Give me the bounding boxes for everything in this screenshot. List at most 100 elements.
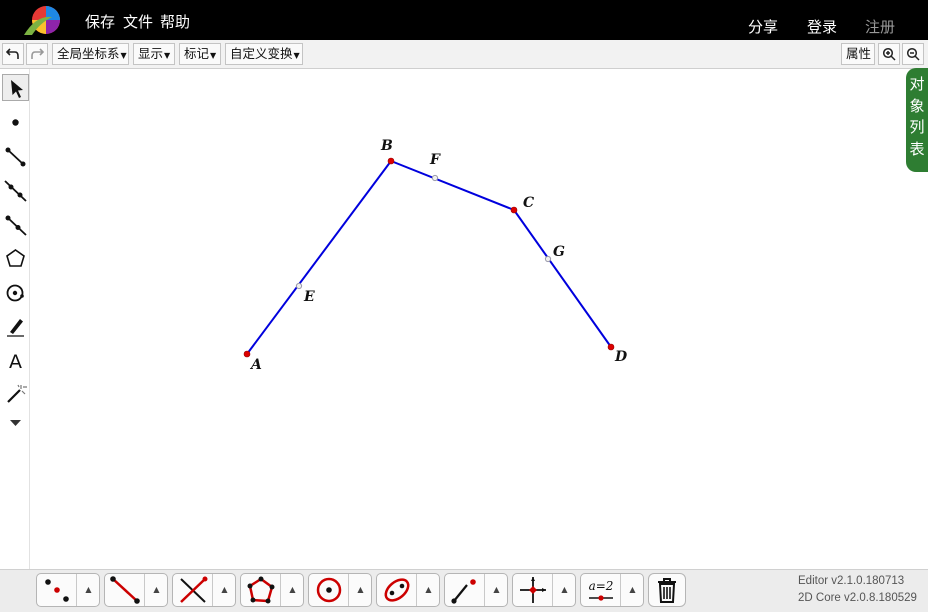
main-toolbar: 全局坐标系▼ 显示▼ 标记▼ 自定义变换▼ 属性 [0, 40, 928, 69]
properties-button[interactable]: 属性 [841, 43, 875, 65]
more-icon [10, 420, 21, 426]
ray-tool-group[interactable]: ▲ [444, 573, 508, 607]
share-link[interactable]: 分享 [748, 16, 778, 37]
measure-tool-icon: a=2 [589, 579, 613, 601]
polygon-tool-icon [247, 576, 275, 604]
menu-file[interactable]: 文件 [123, 11, 153, 32]
ray-tool-button[interactable] [445, 574, 485, 606]
point-B[interactable] [387, 157, 395, 165]
redo-button[interactable] [26, 43, 48, 65]
caret-up-icon[interactable]: ▲ [554, 574, 575, 606]
caret-up-icon[interactable]: ▲ [146, 574, 167, 606]
zoom-in-button[interactable] [878, 43, 900, 65]
line-tool[interactable] [2, 177, 29, 204]
core-version: 2D Core v2.0.8.180529 [798, 592, 917, 604]
text-tool[interactable]: A [2, 347, 29, 374]
transform-tool-button[interactable] [513, 574, 553, 606]
point-D[interactable] [607, 343, 615, 351]
caret-up-icon[interactable]: ▲ [486, 574, 507, 606]
geometry-points: A B C D E F G [243, 138, 628, 373]
transform-tool-icon [520, 577, 546, 603]
left-tool-panel: A [0, 69, 30, 569]
circle-tool-group[interactable]: ▲ [308, 573, 372, 607]
delete-button[interactable] [648, 573, 686, 607]
zoom-out-button[interactable] [902, 43, 924, 65]
redo-icon [31, 48, 45, 59]
menu-help[interactable]: 帮助 [160, 11, 190, 32]
intersect-tool-icon [180, 576, 208, 603]
conic-tool-icon [384, 578, 410, 602]
line-icon [4, 180, 27, 202]
undo-button[interactable] [2, 43, 24, 65]
circle-icon [6, 284, 24, 302]
polygon-icon [6, 249, 25, 267]
show-dropdown[interactable]: 显示▼ [133, 43, 175, 65]
measure-tool-button[interactable]: a=2 [581, 574, 621, 606]
point-icon [12, 119, 19, 126]
point-label-C: C [523, 195, 534, 211]
top-bar: 保存 文件 帮助 分享 登录 注册 [0, 0, 928, 40]
ray-tool[interactable] [2, 211, 29, 238]
point-label-F: F [429, 152, 441, 168]
trash-icon [658, 578, 676, 603]
segment-CD[interactable] [513, 209, 612, 348]
segment-AB[interactable] [246, 160, 392, 355]
caret-down-icon: ▼ [210, 51, 217, 60]
point-tool[interactable] [2, 109, 29, 136]
points-tool-icon [45, 579, 69, 602]
intersect-tool-button[interactable] [173, 574, 213, 606]
more-tools-button[interactable] [2, 409, 29, 436]
login-link[interactable]: 登录 [807, 16, 837, 37]
point-A[interactable] [243, 350, 251, 358]
custom-transform-label: 自定义变换 [230, 46, 293, 61]
move-tool[interactable] [2, 74, 29, 101]
intersect-tool-group[interactable]: ▲ [172, 573, 236, 607]
menu-save[interactable]: 保存 [85, 11, 115, 32]
register-link[interactable]: 注册 [865, 16, 895, 37]
point-C[interactable] [510, 206, 518, 214]
move-icon [11, 80, 23, 98]
segment-tool-button[interactable] [105, 574, 145, 606]
point-label-G: G [553, 244, 565, 260]
text-tool-glyph: A [9, 351, 22, 373]
pen-tool[interactable] [2, 313, 29, 340]
measure-tool-group[interactable]: a=2 ▲ [580, 573, 644, 607]
segment-tool-group[interactable]: ▲ [104, 573, 168, 607]
coord-system-dropdown[interactable]: 全局坐标系▼ [52, 43, 129, 65]
editor-version: Editor v2.1.0.180713 [798, 575, 905, 587]
segment-BC[interactable] [390, 160, 515, 211]
bottom-toolbar: ▲ ▲ ▲ ▲ ▲ ▲ ▲ ▲ a=2 ▲ Editor v2.1.0.1807… [0, 569, 928, 612]
text-icon: A [9, 351, 22, 373]
transform-tool-group[interactable]: ▲ [512, 573, 576, 607]
polygon-tool-button[interactable] [241, 574, 281, 606]
caret-up-icon[interactable]: ▲ [622, 574, 643, 606]
point-G[interactable] [544, 255, 552, 263]
conic-tool-button[interactable] [377, 574, 417, 606]
caret-up-icon[interactable]: ▲ [78, 574, 99, 606]
polygon-tool[interactable] [2, 245, 29, 272]
polygon-tool-group[interactable]: ▲ [240, 573, 304, 607]
circle-tool[interactable] [2, 279, 29, 306]
magic-wand-tool[interactable] [2, 381, 29, 408]
caret-up-icon[interactable]: ▲ [214, 574, 235, 606]
point-label-E: E [303, 289, 315, 305]
custom-transform-dropdown[interactable]: 自定义变换▼ [225, 43, 303, 65]
segment-tool[interactable] [2, 143, 29, 170]
app-logo-icon[interactable] [22, 5, 64, 37]
circle-tool-button[interactable] [309, 574, 349, 606]
points-tool-button[interactable] [37, 574, 77, 606]
point-E[interactable] [295, 282, 303, 290]
caret-up-icon[interactable]: ▲ [418, 574, 439, 606]
caret-up-icon[interactable]: ▲ [350, 574, 371, 606]
points-tool-group[interactable]: ▲ [36, 573, 100, 607]
magic-wand-icon [7, 384, 27, 403]
zoom-out-icon [906, 47, 920, 61]
caret-up-icon[interactable]: ▲ [282, 574, 303, 606]
conic-tool-group[interactable]: ▲ [376, 573, 440, 607]
caret-down-icon: ▼ [120, 51, 127, 60]
object-list-tab[interactable]: 对象列表 [906, 68, 928, 172]
pen-icon [7, 319, 24, 337]
geometry-canvas[interactable]: A B C D E F G [30, 69, 906, 569]
point-F[interactable] [431, 174, 439, 182]
mark-dropdown[interactable]: 标记▼ [179, 43, 221, 65]
